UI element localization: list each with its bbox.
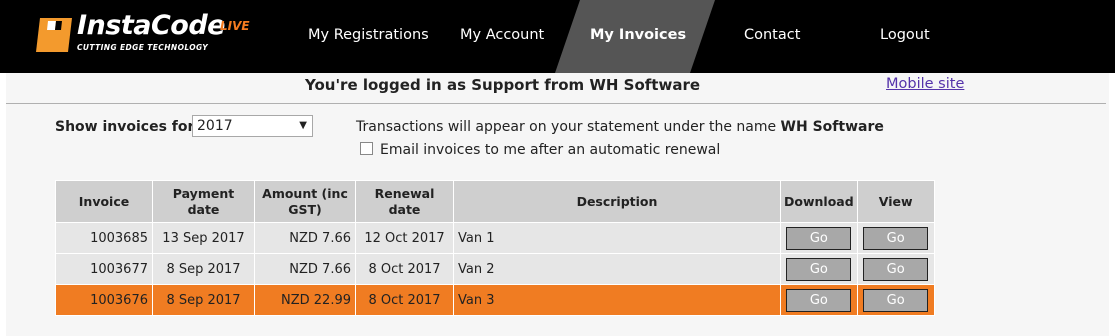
description: Van 1: [453, 222, 781, 254]
header-description: Description: [453, 180, 781, 223]
nav-my-account[interactable]: My Account: [460, 0, 544, 73]
logo-wordmark: InstaCode: [77, 10, 225, 41]
description: Van 2: [453, 253, 781, 285]
table-row-selected[interactable]: 1003676 8 Sep 2017 NZD 22.99 8 Oct 2017 …: [55, 284, 935, 316]
divider: [6, 103, 1106, 104]
header-payment-date: Payment date: [152, 180, 255, 223]
header-view: View: [856, 180, 935, 223]
table-header-row: Invoice Payment date Amount (inc GST) Re…: [55, 180, 935, 223]
login-status-message: You're logged in as Support from WH Soft…: [305, 76, 701, 94]
show-invoices-label: Show invoices for:: [55, 119, 200, 135]
view-go-button[interactable]: Go: [863, 226, 929, 250]
year-select-value: 2017: [197, 118, 233, 134]
statement-name: WH Software: [780, 119, 884, 135]
mobile-site-link[interactable]: Mobile site: [886, 76, 964, 92]
header-renewal-date: Renewal date: [355, 180, 454, 223]
table-row[interactable]: 1003685 13 Sep 2017 NZD 7.66 12 Oct 2017…: [55, 222, 935, 254]
statement-prefix: Transactions will appear on your stateme…: [356, 119, 781, 135]
nav-my-registrations[interactable]: My Registrations: [308, 0, 429, 73]
amount: NZD 7.66: [254, 222, 356, 254]
download-go-button[interactable]: Go: [786, 226, 852, 250]
renewal-date: 12 Oct 2017: [355, 222, 454, 254]
top-navigation-bar: InstaCode LIVE CUTTING EDGE TECHNOLOGY M…: [0, 0, 1115, 73]
view-cell: Go: [856, 284, 935, 316]
view-cell: Go: [856, 222, 935, 254]
year-select[interactable]: 2017 ▼: [192, 115, 313, 137]
statement-name-message: Transactions will appear on your stateme…: [356, 119, 884, 135]
download-go-button[interactable]: Go: [786, 288, 852, 312]
description: Van 3: [453, 284, 781, 316]
logo-tagline: CUTTING EDGE TECHNOLOGY: [77, 43, 209, 52]
renewal-date: 8 Oct 2017: [355, 284, 454, 316]
invoice-number: 1003677: [55, 253, 153, 285]
download-cell: Go: [780, 284, 858, 316]
payment-date: 8 Sep 2017: [152, 284, 255, 316]
view-go-button[interactable]: Go: [863, 288, 929, 312]
invoice-number: 1003685: [55, 222, 153, 254]
logo-live-badge: LIVE: [220, 19, 250, 33]
email-invoices-checkbox[interactable]: [360, 142, 373, 155]
amount: NZD 7.66: [254, 253, 356, 285]
nav-contact[interactable]: Contact: [744, 0, 800, 73]
download-cell: Go: [780, 222, 858, 254]
header-invoice: Invoice: [55, 180, 153, 223]
header-amount: Amount (inc GST): [254, 180, 356, 223]
email-invoices-label: Email invoices to me after an automatic …: [380, 142, 721, 158]
invoices-table: Invoice Payment date Amount (inc GST) Re…: [55, 180, 935, 316]
download-cell: Go: [780, 253, 858, 285]
download-go-button[interactable]: Go: [786, 257, 852, 281]
invoice-number: 1003676: [55, 284, 153, 316]
nav-logout[interactable]: Logout: [880, 0, 930, 73]
instacode-logo[interactable]: InstaCode LIVE CUTTING EDGE TECHNOLOGY: [36, 10, 266, 56]
view-go-button[interactable]: Go: [863, 257, 929, 281]
logo-mark-icon: [36, 18, 72, 52]
table-row[interactable]: 1003677 8 Sep 2017 NZD 7.66 8 Oct 2017 V…: [55, 253, 935, 285]
view-cell: Go: [856, 253, 935, 285]
header-download: Download: [780, 180, 858, 223]
nav-my-invoices[interactable]: My Invoices: [590, 0, 686, 73]
payment-date: 8 Sep 2017: [152, 253, 255, 285]
amount: NZD 22.99: [254, 284, 356, 316]
payment-date: 13 Sep 2017: [152, 222, 255, 254]
dropdown-arrow-icon: ▼: [299, 120, 307, 131]
renewal-date: 8 Oct 2017: [355, 253, 454, 285]
